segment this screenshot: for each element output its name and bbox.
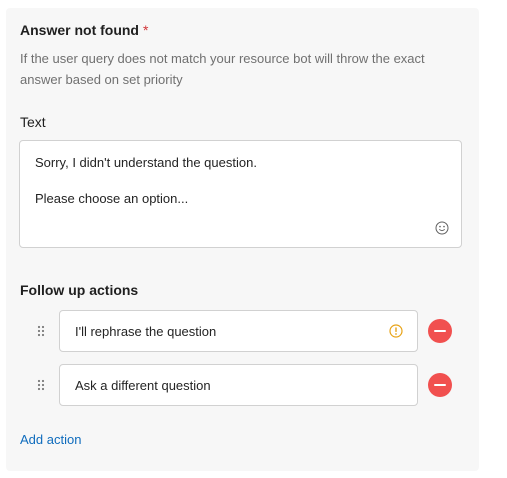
drag-handle-icon[interactable] [37, 325, 45, 337]
section-description: If the user query does not match your re… [20, 51, 425, 87]
follow-up-action-input[interactable]: I'll rephrase the question [59, 310, 418, 352]
text-field-label: Text [20, 114, 46, 130]
section-title: Answer not found * [20, 22, 148, 38]
drag-handle-icon[interactable] [37, 379, 45, 391]
remove-action-button[interactable] [428, 319, 452, 343]
emoji-icon[interactable] [435, 221, 449, 235]
response-text-line: Please choose an option... [35, 191, 189, 206]
response-text-line: Sorry, I didn't understand the question. [35, 155, 257, 170]
response-text-area[interactable]: Sorry, I didn't understand the question.… [19, 140, 462, 248]
follow-up-action-text: I'll rephrase the question [75, 324, 217, 339]
warning-icon [389, 324, 403, 338]
answer-not-found-panel: Answer not found * If the user query does… [6, 8, 479, 471]
section-title-text: Answer not found [20, 22, 139, 38]
required-marker: * [143, 22, 149, 38]
add-action-link[interactable]: Add action [20, 432, 81, 447]
follow-up-action-text: Ask a different question [75, 378, 211, 393]
follow-up-action-row: Ask a different question [6, 364, 479, 406]
remove-action-button[interactable] [428, 373, 452, 397]
follow-up-action-row: I'll rephrase the question [6, 310, 479, 352]
follow-up-actions-label: Follow up actions [20, 282, 139, 298]
follow-up-action-input[interactable]: Ask a different question [59, 364, 418, 406]
